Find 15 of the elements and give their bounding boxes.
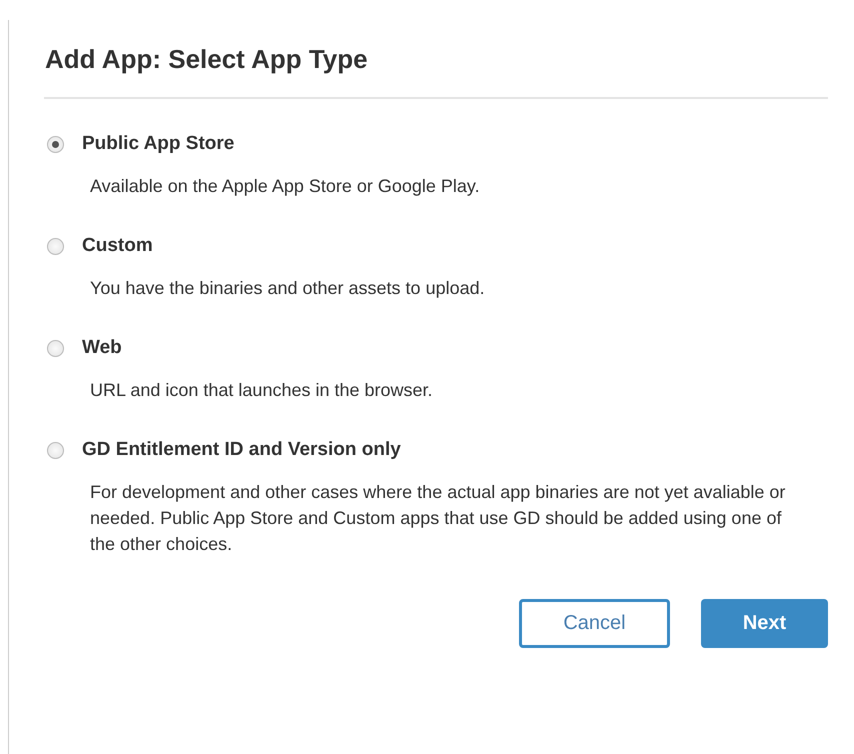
option-label[interactable]: Public App Store — [82, 133, 234, 155]
radio-button[interactable] — [47, 136, 64, 152]
radio-button[interactable] — [47, 340, 64, 356]
option-description: Available on the Apple App Store or Google Play. — [90, 175, 481, 198]
option-description: URL and icon that launches in the browser. — [90, 379, 434, 402]
option-description: You have the binaries and other assets to upload. — [90, 277, 486, 300]
option-label[interactable]: GD Entitlement ID and Version only — [82, 439, 401, 461]
radio-button[interactable] — [47, 442, 64, 458]
option-label[interactable]: Custom — [82, 235, 153, 257]
dialog-title: Add App: Select App Type — [44, 44, 369, 76]
option-label[interactable]: Web — [82, 337, 122, 359]
option-description: For development and other cases where the actual app binaries are not yet avaliable or needed. Public App Store and Custom apps that use GD should be added using one of the other choices. — [90, 481, 786, 556]
radio-button[interactable] — [47, 238, 64, 254]
cancel-button[interactable]: Cancel — [519, 599, 670, 648]
next-button[interactable]: Next — [701, 599, 828, 648]
